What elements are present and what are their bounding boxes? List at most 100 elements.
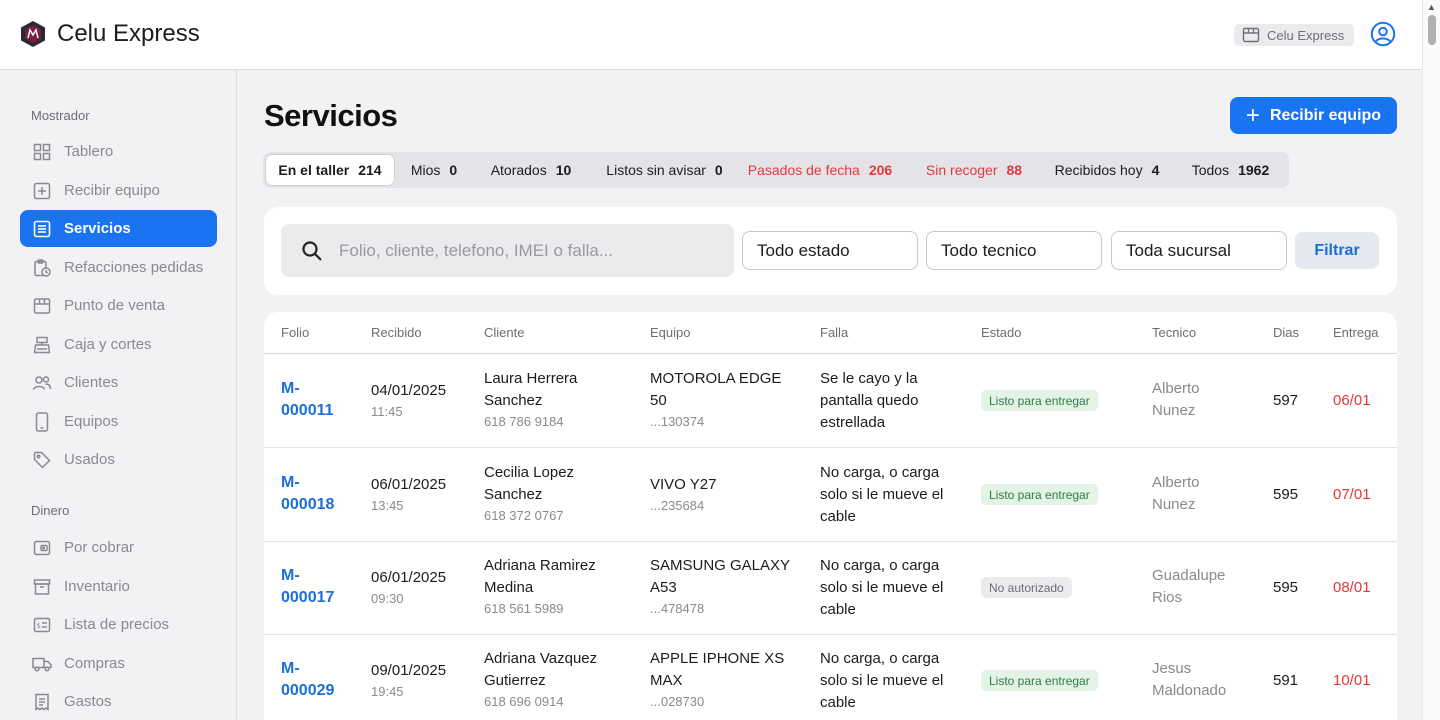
column-header-entrega[interactable]: Entrega (1333, 325, 1379, 340)
tab-listos-sin-avisar[interactable]: Listos sin avisar 0 (597, 154, 732, 186)
store-selector[interactable]: Celu Express (1234, 24, 1355, 46)
sidebar-item-label: Gastos (64, 693, 112, 710)
folio-prefix: M- (281, 380, 300, 397)
svg-text:$: $ (37, 622, 41, 630)
filtrar-button[interactable]: Filtrar (1295, 232, 1379, 269)
sidebar-item-label: Usados (64, 451, 115, 468)
search-icon (302, 240, 322, 261)
column-header-folio[interactable]: Folio (281, 325, 309, 340)
scroll-up-arrow-icon[interactable]: ▲ (1427, 2, 1436, 12)
table-row[interactable]: M- 000011 04/01/2025 11:45 Laura Herrera Sa… (264, 354, 1397, 448)
sidebar-item-label: Inventario (64, 578, 130, 595)
sidebar: Mostrador Tablero Recibir equipo Servici… (0, 70, 237, 720)
table-row[interactable]: M- 000029 09/01/2025 19:45 Adriana Vazquez… (264, 634, 1397, 720)
device-model: 50 (650, 392, 667, 409)
sidebar-item-servicios[interactable]: Servicios (20, 210, 217, 247)
device-model: MOTOROLA EDGE (650, 370, 782, 387)
store-icon (1242, 27, 1260, 43)
app-logo-icon (21, 21, 45, 47)
sidebar-item-refacciones-pedidas[interactable]: Refacciones pedidas (20, 249, 217, 286)
table-row[interactable]: M- 000017 06/01/2025 09:30 Adriana Ramirez… (264, 541, 1397, 635)
device-model: MAX (650, 672, 683, 689)
fault-text: estrellada (820, 414, 886, 431)
folio-number: 000018 (281, 496, 335, 513)
scroll-thumb[interactable] (1428, 15, 1436, 45)
technician-name: Alberto (1152, 380, 1200, 397)
client-name: Sanchez (484, 486, 543, 503)
search-box[interactable] (281, 224, 734, 277)
tab-en-el-taller[interactable]: En el taller 214 (265, 154, 395, 186)
column-header-dias[interactable]: Dias (1273, 325, 1299, 340)
list-icon (32, 219, 52, 239)
tab-count: 88 (1006, 162, 1023, 178)
received-time: 13:45 (371, 498, 404, 513)
tab-label: Pasados de fecha (747, 162, 860, 178)
tab-label: Sin recoger (925, 162, 998, 178)
tab-sin-recoger[interactable]: Sin recoger 88 (919, 154, 1029, 186)
search-input[interactable] (339, 240, 719, 261)
tab-label: Listos sin avisar (606, 162, 706, 178)
fault-text: cable (820, 508, 856, 525)
sidebar-item-clientes[interactable]: Clientes (20, 364, 217, 401)
tab-atorados[interactable]: Atorados 10 (481, 154, 581, 186)
tab-mios[interactable]: Mios 0 (399, 154, 469, 186)
tab-pasados-de-fecha[interactable]: Pasados de fecha 206 (745, 154, 895, 186)
recibir-equipo-button[interactable]: + Recibir equipo (1230, 97, 1397, 134)
user-account-icon[interactable] (1370, 21, 1396, 47)
tab-label: En el taller (278, 162, 350, 178)
sidebar-item-tablero[interactable]: Tablero (20, 133, 217, 170)
fault-text: solo si le mueve el (820, 672, 944, 689)
sidebar-item-label: Clientes (64, 374, 119, 391)
folio-link[interactable]: M- 000011 (281, 378, 334, 422)
estado-filter-select[interactable]: Todo estado (742, 231, 918, 270)
store-name: Celu Express (1267, 27, 1345, 43)
fault-text: cable (820, 601, 856, 618)
wallet-icon (32, 538, 52, 558)
folio-link[interactable]: M- 000018 (281, 472, 334, 516)
sidebar-item-inventario[interactable]: Inventario (20, 568, 217, 605)
page-scrollbar[interactable]: ▲ (1422, 0, 1440, 720)
tab-recibidos-hoy[interactable]: Recibidos hoy 4 (1047, 154, 1167, 186)
device-imei: ...235684 (650, 498, 705, 513)
filter-card: Todo estado Todo tecnico Toda sucursal F… (264, 207, 1397, 295)
fault-text: No carga, o carga (820, 464, 940, 481)
tab-count: 10 (555, 162, 572, 178)
column-header-recibido[interactable]: Recibido (371, 325, 422, 340)
column-header-tecnico[interactable]: Tecnico (1152, 325, 1196, 340)
brand[interactable]: Celu Express (20, 20, 200, 48)
sidebar-item-lista-de-precios[interactable]: $ Lista de precios (20, 606, 217, 643)
sidebar-item-label: Por cobrar (64, 539, 135, 556)
sidebar-item-caja-y-cortes[interactable]: Caja y cortes (20, 326, 217, 363)
column-header-falla[interactable]: Falla (820, 325, 848, 340)
sidebar-item-punto-de-venta[interactable]: Punto de venta (20, 287, 217, 324)
tab-count: 0 (449, 162, 458, 178)
column-header-estado[interactable]: Estado (981, 325, 1021, 340)
table-row[interactable]: M- 000018 06/01/2025 13:45 Cecilia Lopez Sa… (264, 448, 1397, 542)
column-header-cliente[interactable]: Cliente (484, 325, 524, 340)
fault-text: cable (820, 694, 856, 711)
sidebar-item-recibir-equipo[interactable]: Recibir equipo (20, 172, 217, 209)
folio-prefix: M- (281, 660, 300, 677)
folio-number: 000029 (281, 682, 335, 699)
delivery-date: 08/01 (1333, 579, 1371, 596)
folio-link[interactable]: M- 000017 (281, 565, 334, 609)
tab-todos[interactable]: Todos 1962 (1183, 154, 1278, 186)
sidebar-item-label: Caja y cortes (64, 336, 152, 353)
received-date: 04/01/2025 (371, 382, 447, 399)
fault-text: solo si le mueve el (820, 579, 944, 596)
tecnico-filter-select[interactable]: Todo tecnico (926, 231, 1102, 270)
price-list-icon: $ (32, 615, 52, 635)
folio-link[interactable]: M- 000029 (281, 658, 334, 702)
sidebar-item-por-cobrar[interactable]: Por cobrar (20, 529, 217, 566)
status-badge: Listo para entregar (981, 670, 1098, 691)
column-header-equipo[interactable]: Equipo (650, 325, 690, 340)
sidebar-item-usados[interactable]: Usados (20, 441, 217, 478)
delivery-date: 06/01 (1333, 392, 1371, 409)
client-phone: 618 372 0767 (484, 508, 564, 523)
fault-text: pantalla quedo (820, 392, 919, 409)
sidebar-item-equipos[interactable]: Equipos (20, 403, 217, 440)
sidebar-item-gastos[interactable]: Gastos (20, 683, 217, 720)
received-time: 09:30 (371, 591, 404, 606)
sucursal-filter-select[interactable]: Toda sucursal (1111, 231, 1287, 270)
sidebar-item-compras[interactable]: Compras (20, 645, 217, 682)
